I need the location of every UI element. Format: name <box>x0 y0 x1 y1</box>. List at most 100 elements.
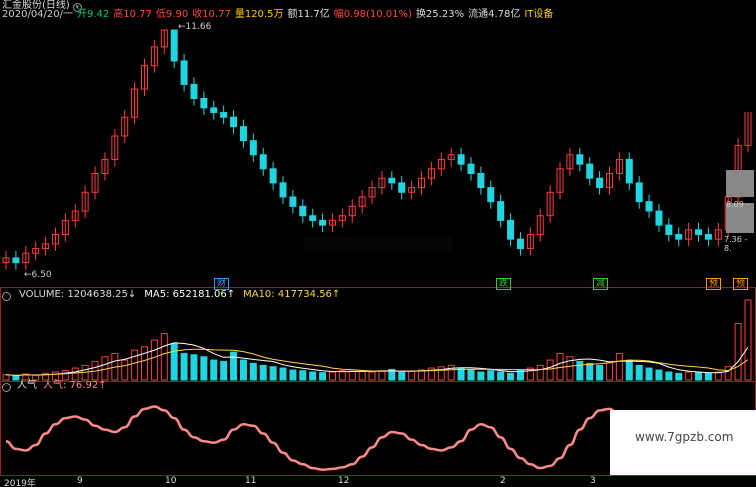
volume-bar <box>497 371 505 381</box>
volume-bar <box>51 371 59 381</box>
volume-bar <box>249 362 257 381</box>
volume-bar <box>665 371 673 381</box>
volume-bar <box>319 372 327 381</box>
candle-body <box>596 177 604 189</box>
volume-bar <box>328 371 336 381</box>
settings-circle-icon[interactable]: ◦ <box>2 383 11 392</box>
low-price-label: ←6.50 <box>24 270 52 280</box>
volume-bar <box>586 362 594 381</box>
candle-body <box>507 219 515 240</box>
volume-bar <box>685 371 693 381</box>
candle-body <box>200 97 208 109</box>
x-axis-label: 11 <box>245 476 257 486</box>
candle-body <box>477 173 485 189</box>
candle-body <box>279 182 287 198</box>
candle-body <box>497 201 505 221</box>
event-tag-fall[interactable]: 跌 <box>496 278 512 290</box>
candle-body <box>249 140 257 156</box>
info-item: 幅0.98(10.01%) <box>333 9 412 20</box>
event-tag-reduce[interactable]: 减 <box>593 278 609 290</box>
candle-body <box>239 126 247 142</box>
volume-bar <box>625 359 633 381</box>
volume-bar <box>487 370 495 381</box>
candle-body <box>210 107 218 114</box>
volume-bar <box>259 364 267 381</box>
info-item: 流通4.78亿 <box>468 9 521 20</box>
volume-bar <box>150 339 158 381</box>
volume-bar <box>398 371 406 381</box>
volume-header: ◦ VOLUME: 1204638.25↓ MA5: 652181.06↑ MA10:… <box>2 289 348 301</box>
info-item: 量120.5万 <box>234 9 284 20</box>
watermark-text: www.7gpzb.com <box>635 430 734 444</box>
candle-body <box>655 210 663 226</box>
x-axis-label: 9 <box>77 476 83 486</box>
volume-bar <box>220 360 228 381</box>
volume-bar <box>467 369 475 381</box>
candle-body <box>12 257 20 264</box>
candle-body <box>398 182 406 193</box>
candle-body <box>675 233 683 240</box>
volume-bar <box>309 371 317 381</box>
volume-bar <box>378 370 386 381</box>
candle-body <box>259 154 267 170</box>
candle-body <box>220 112 228 118</box>
candle-body <box>230 116 238 128</box>
volume-bar <box>368 371 376 381</box>
x-axis-label: 2019年 <box>4 479 36 487</box>
candle-body <box>645 201 653 212</box>
volume-bar <box>645 367 653 381</box>
volume-bar <box>675 372 683 381</box>
candle-body <box>180 60 188 85</box>
settings-circle-icon[interactable]: ◦ <box>2 292 11 301</box>
volume-bar <box>635 364 643 381</box>
candle-body <box>190 83 198 99</box>
candle-body <box>695 229 703 235</box>
candle-body <box>467 163 475 175</box>
candle-body <box>586 163 594 179</box>
volume-bar <box>655 369 663 381</box>
candle-body <box>388 177 396 184</box>
volume-bar <box>131 349 139 381</box>
candle-body <box>299 205 307 217</box>
ohlc-info-bar: 2020/04/20/一 开9.42 高10.77 低9.90 收10.77 量120.5… <box>2 9 557 21</box>
volume-bar <box>744 299 752 381</box>
volume-bar <box>190 354 198 381</box>
candle-body <box>319 219 327 226</box>
volume-bar <box>269 366 277 381</box>
candle-body <box>269 168 277 184</box>
volume-bar <box>160 333 168 381</box>
volume-bar <box>170 342 178 381</box>
x-axis-label: 12 <box>338 476 350 486</box>
candle-body <box>635 182 643 203</box>
info-item: IT设备 <box>524 9 554 20</box>
volume-bar <box>596 364 604 381</box>
candle-body <box>576 154 584 165</box>
right-price-label-1: 8.09 - <box>726 200 750 209</box>
x-axis-label: 2 <box>500 476 506 486</box>
volume-bar <box>239 359 247 381</box>
volume-bar <box>576 360 584 381</box>
volume-bar <box>447 364 455 381</box>
info-item: 2020/04/20/一 <box>2 9 74 20</box>
event-tag-forecast[interactable]: 预 <box>706 278 722 290</box>
volume-bar <box>695 372 703 381</box>
volume-bar <box>546 359 554 381</box>
volume-bar <box>200 356 208 381</box>
volume-bar <box>704 372 712 381</box>
volume-bar <box>605 362 613 381</box>
info-item: 开9.42 <box>77 9 110 20</box>
volume-bar <box>437 366 445 381</box>
volume-bar <box>230 351 238 381</box>
high-price-label: ←11.66 <box>178 22 212 32</box>
volume-bar <box>289 369 297 381</box>
event-tag-forecast-2[interactable]: 预 <box>733 278 749 290</box>
candle-body <box>625 158 633 184</box>
candle-body <box>309 215 317 221</box>
candle-body <box>704 233 712 240</box>
price-range-box-upper <box>726 170 754 197</box>
volume-bar <box>615 352 623 381</box>
x-axis-label: 10 <box>165 476 177 486</box>
volume-bar <box>279 367 287 381</box>
info-item: 换25.23% <box>415 9 465 20</box>
overlay-bar <box>304 235 452 251</box>
